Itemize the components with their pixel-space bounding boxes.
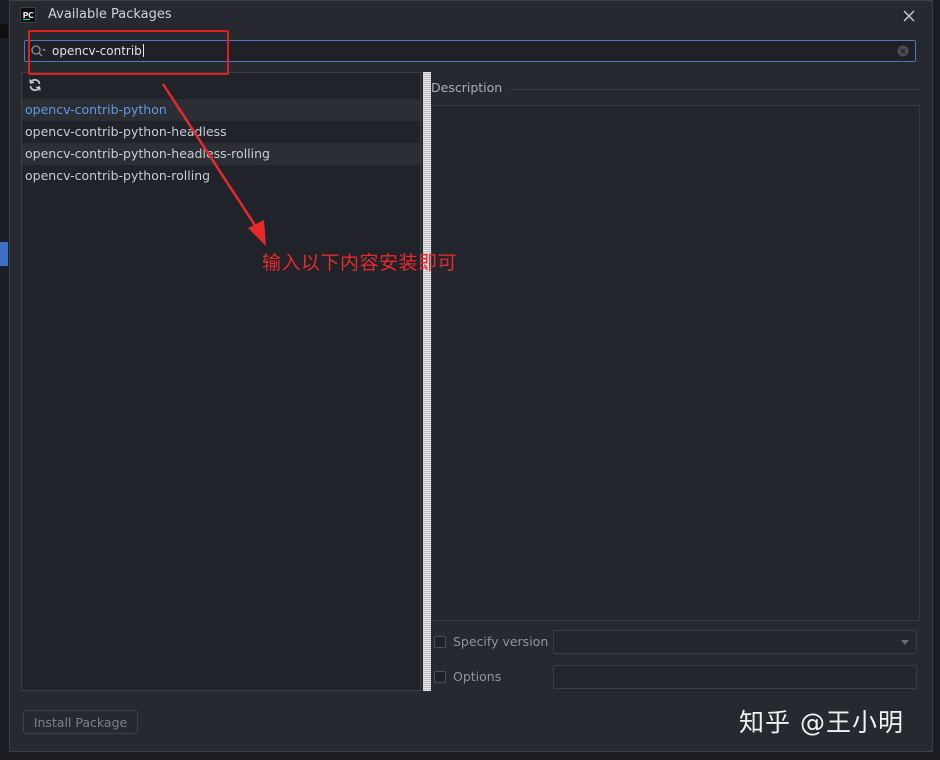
- package-item[interactable]: opencv-contrib-python-headless-rolling: [22, 143, 420, 165]
- background-sidebar-highlight: [0, 242, 8, 266]
- description-divider: [511, 89, 919, 90]
- refresh-icon[interactable]: [28, 78, 42, 92]
- description-area: [431, 105, 920, 621]
- description-label: Description: [431, 80, 503, 95]
- close-icon: [903, 10, 915, 22]
- package-list: opencv-contrib-python opencv-contrib-pyt…: [22, 99, 420, 187]
- panel-splitter[interactable]: [423, 72, 431, 691]
- search-value: opencv-contrib: [52, 44, 144, 58]
- search-icon[interactable]: [30, 44, 46, 58]
- install-package-button[interactable]: Install Package: [23, 710, 138, 734]
- available-packages-dialog: PC Available Packages opencv-contrib ope…: [9, 0, 933, 752]
- clear-search-icon[interactable]: [897, 45, 909, 57]
- options-label: Options: [453, 669, 502, 684]
- background-window-edge: [0, 24, 8, 38]
- title-bar: PC Available Packages: [10, 1, 932, 31]
- watermark: 知乎 @王小明: [739, 708, 904, 737]
- annotation-text: 输入以下内容安装即可: [262, 252, 458, 274]
- package-item[interactable]: opencv-contrib-python-headless: [22, 121, 420, 143]
- search-input[interactable]: opencv-contrib: [24, 40, 916, 62]
- chevron-down-icon: [901, 640, 909, 645]
- close-button[interactable]: [898, 5, 920, 27]
- options-input[interactable]: [553, 665, 917, 689]
- pycharm-logo-icon: PC: [20, 7, 36, 23]
- package-list-panel: opencv-contrib-python opencv-contrib-pyt…: [21, 72, 421, 691]
- package-item[interactable]: opencv-contrib-python: [22, 99, 420, 121]
- specify-version-label: Specify version: [453, 634, 549, 649]
- dialog-title: Available Packages: [48, 7, 172, 22]
- options-checkbox[interactable]: [434, 671, 446, 683]
- version-select[interactable]: [553, 630, 917, 654]
- text-caret: [142, 44, 144, 57]
- package-item[interactable]: opencv-contrib-python-rolling: [22, 165, 420, 187]
- specify-version-checkbox[interactable]: [434, 636, 446, 648]
